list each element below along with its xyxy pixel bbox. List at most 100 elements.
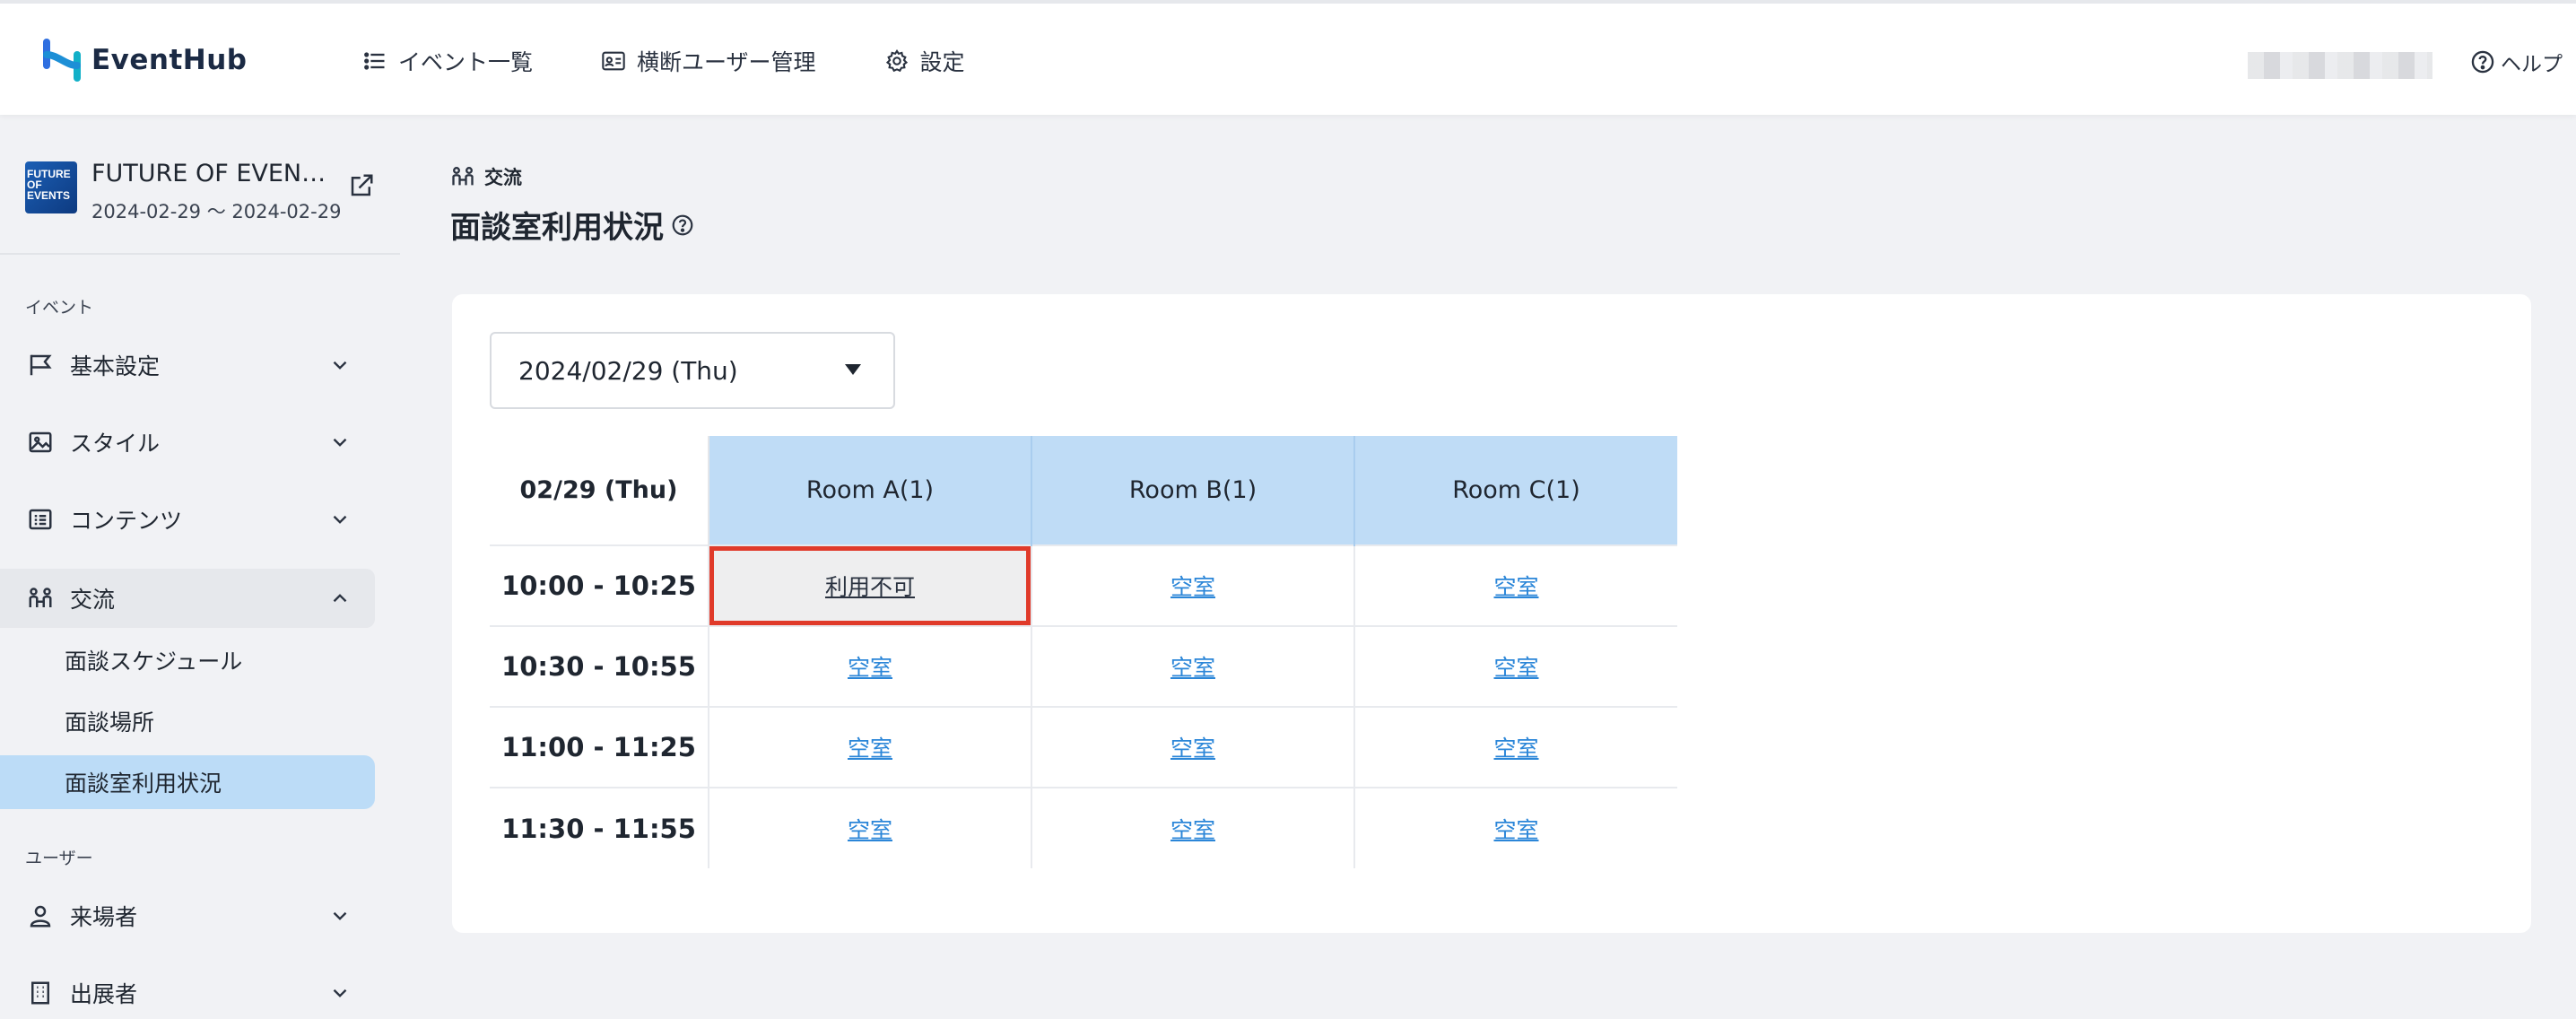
room-slot-cell: 空室 <box>1031 544 1355 626</box>
room-header: Room C(1) <box>1354 436 1677 545</box>
vacant-link[interactable]: 空室 <box>1493 574 1538 600</box>
time-slot: 11:30 - 11:55 <box>490 787 709 868</box>
sidebar-subitem-meeting-schedule[interactable]: 面談スケジュール <box>0 633 375 687</box>
table-row: 10:30 - 10:55 空室 空室 空室 <box>490 625 1677 707</box>
gear-icon <box>885 48 908 73</box>
sidebar-subitem-label: 面談場所 <box>65 710 155 736</box>
eventhub-logo[interactable]: EventHub <box>41 36 248 84</box>
section-label-users: ユーザー <box>25 849 93 868</box>
event-dates: 2024-02-29 〜 2024-02-29 <box>91 201 342 222</box>
room-slot-cell: 空室 <box>1354 787 1677 868</box>
nav-cross-user-management[interactable]: 横断ユーザー管理 <box>601 43 816 79</box>
sidebar-divider <box>0 253 400 255</box>
flag-icon <box>30 354 52 376</box>
vacant-link[interactable]: 空室 <box>848 817 892 843</box>
sidebar-item-label: スタイル <box>70 431 161 457</box>
chevron-down-icon <box>333 515 347 524</box>
vacant-link[interactable]: 空室 <box>1171 736 1215 762</box>
room-slot-cell: 空室 <box>1031 787 1355 868</box>
help-link[interactable]: ヘルプ <box>2470 47 2563 77</box>
vacant-link[interactable]: 空室 <box>1171 817 1215 843</box>
date-select-value: 2024/02/29 (Thu) <box>518 355 738 386</box>
chevron-down-icon <box>333 911 347 920</box>
date-select[interactable]: 2024/02/29 (Thu) <box>490 332 895 409</box>
table-row: 10:00 - 10:25 利用不可 空室 空室 <box>490 544 1677 626</box>
eventhub-logo-icon <box>43 39 81 82</box>
person-icon <box>30 905 51 928</box>
unavailable-link[interactable]: 利用不可 <box>825 574 915 600</box>
sidebar-item-label: 交流 <box>70 587 116 613</box>
people-icon <box>29 588 52 607</box>
room-slot-cell: 空室 <box>709 625 1032 707</box>
sidebar-item-basic-settings[interactable]: 基本設定 <box>0 335 375 395</box>
table-row: 11:00 - 11:25 空室 空室 空室 <box>490 706 1677 788</box>
room-header: Room A(1) <box>709 436 1032 545</box>
event-thumbnail-text: FUTURE OF EVENTS <box>27 168 71 202</box>
time-slot: 10:30 - 10:55 <box>490 625 709 707</box>
sidebar-item-label: 基本設定 <box>70 353 161 379</box>
main-nav: イベント一覧 横断ユーザー管理 設定 <box>362 43 1033 79</box>
sidebar-subitem-meeting-places[interactable]: 面談場所 <box>0 694 375 748</box>
nav-cross-user-management-label: 横断ユーザー管理 <box>637 49 816 75</box>
vacant-link[interactable]: 空室 <box>848 655 892 681</box>
room-slot-cell: 空室 <box>1354 625 1677 707</box>
table-header-row: 02/29 (Thu) Room A(1) Room B(1) Room C(1… <box>490 436 1677 545</box>
chevron-down-icon <box>333 438 347 447</box>
event-title: FUTURE OF EVEN… <box>91 160 326 187</box>
time-slot: 11:00 - 11:25 <box>490 706 709 788</box>
page-title: 面談室利用状況 <box>450 203 694 247</box>
breadcrumb: 交流 <box>450 163 522 190</box>
nav-event-list[interactable]: イベント一覧 <box>362 43 533 79</box>
breadcrumb-label: 交流 <box>484 167 522 188</box>
chevron-down-icon <box>333 361 347 370</box>
event-thumbnail: FUTURE OF EVENTS <box>25 161 77 213</box>
sidebar-item-contents[interactable]: コンテンツ <box>0 490 375 549</box>
list-box-icon <box>29 509 52 530</box>
people-icon <box>452 167 474 186</box>
vacant-link[interactable]: 空室 <box>1171 655 1215 681</box>
external-link-icon[interactable] <box>348 172 375 199</box>
chevron-down-icon <box>333 989 347 997</box>
vacant-link[interactable]: 空室 <box>1493 655 1538 681</box>
sidebar-subitem-room-usage[interactable]: 面談室利用状況 <box>0 755 375 809</box>
vacant-link[interactable]: 空室 <box>1171 574 1215 600</box>
current-event: FUTURE OF EVENTS FUTURE OF EVEN… 2024-02… <box>25 160 384 240</box>
room-slot-cell: 空室 <box>709 787 1032 868</box>
sidebar-subitem-label: 面談スケジュール <box>65 649 243 675</box>
sidebar-item-label: 出展者 <box>70 981 138 1007</box>
id-card-icon <box>602 51 625 71</box>
room-usage-card: 2024/02/29 (Thu) 02/29 (Thu) Room A(1) R… <box>452 294 2531 933</box>
chevron-up-icon <box>333 594 347 603</box>
vacant-link[interactable]: 空室 <box>848 736 892 762</box>
sidebar-item-style[interactable]: スタイル <box>0 413 375 472</box>
room-slot-cell: 空室 <box>1031 625 1355 707</box>
caret-down-icon <box>845 364 861 375</box>
room-slot-cell: 利用不可 <box>709 544 1032 626</box>
sidebar: FUTURE OF EVENTS FUTURE OF EVEN… 2024-02… <box>0 115 400 1019</box>
page-title-text: 面談室利用状況 <box>450 210 664 246</box>
sidebar-item-label: コンテンツ <box>70 508 183 534</box>
nav-settings-label: 設定 <box>919 49 965 75</box>
vacant-link[interactable]: 空室 <box>1493 736 1538 762</box>
building-icon <box>31 981 49 1005</box>
sidebar-item-visitors[interactable]: 来場者 <box>0 886 375 945</box>
user-account-menu[interactable] <box>2248 52 2432 79</box>
room-slot-cell: 空室 <box>709 706 1032 788</box>
logo-text: EventHub <box>91 44 248 76</box>
help-icon <box>2471 50 2494 74</box>
room-usage-table: 02/29 (Thu) Room A(1) Room B(1) Room C(1… <box>490 436 1677 868</box>
help-icon[interactable] <box>671 213 694 237</box>
room-slot-cell: 空室 <box>1031 706 1355 788</box>
help-label: ヘルプ <box>2501 53 2563 76</box>
sidebar-subitem-label: 面談室利用状況 <box>65 771 222 797</box>
sidebar-item-exhibitors[interactable]: 出展者 <box>0 963 375 1019</box>
table-date-header: 02/29 (Thu) <box>490 436 709 545</box>
nav-settings[interactable]: 設定 <box>884 43 965 79</box>
sidebar-item-networking[interactable]: 交流 <box>0 569 375 628</box>
section-label-event: イベント <box>25 298 94 318</box>
room-header: Room B(1) <box>1031 436 1355 545</box>
vacant-link[interactable]: 空室 <box>1493 817 1538 843</box>
list-icon <box>364 52 385 70</box>
time-slot: 10:00 - 10:25 <box>490 544 709 626</box>
image-icon <box>29 431 52 453</box>
